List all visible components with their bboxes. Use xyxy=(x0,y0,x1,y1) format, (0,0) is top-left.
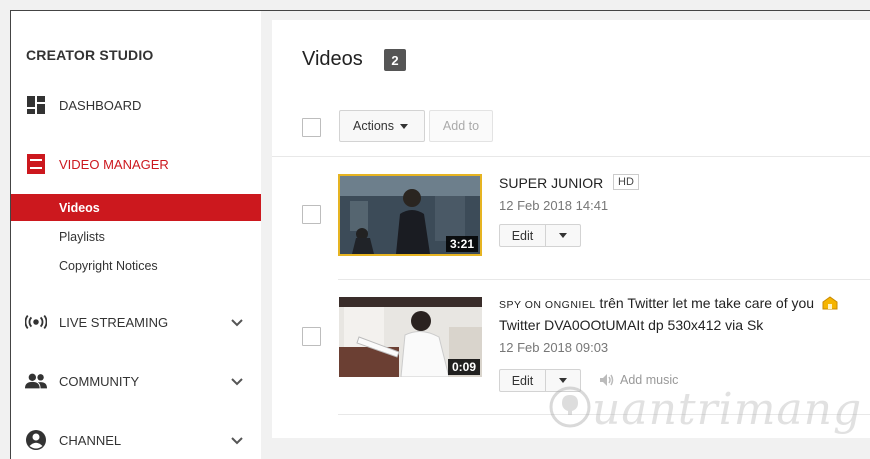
video-thumbnail[interactable]: 0:09 xyxy=(339,297,482,377)
chevron-down-icon[interactable] xyxy=(231,374,243,392)
watermark: uantrimang xyxy=(548,384,862,440)
account-icon xyxy=(25,429,47,451)
video-count-badge: 2 xyxy=(384,49,406,71)
sidebar-item-label: VIDEO MANAGER xyxy=(59,156,169,172)
caret-down-icon xyxy=(559,378,567,383)
sidebar-subitem-label: Playlists xyxy=(59,229,105,244)
sidebar-item-label: LIVE STREAMING xyxy=(59,314,169,330)
sidebar-item-dashboard[interactable]: DASHBOARD xyxy=(11,90,261,120)
video-title-line1: trên Twitter let me take care of you xyxy=(595,295,815,312)
edit-dropdown-button[interactable] xyxy=(546,225,580,246)
sidebar-item-label: COMMUNITY xyxy=(59,373,140,389)
chevron-down-icon[interactable] xyxy=(231,433,243,451)
watermark-text: uantrimang xyxy=(592,384,863,435)
caret-down-icon xyxy=(400,123,408,129)
video-manager-icon xyxy=(25,153,47,175)
people-icon xyxy=(25,370,47,392)
video-date: 12 Feb 2018 09:03 xyxy=(499,340,609,355)
sidebar-subitem-label: Copyright Notices xyxy=(59,258,158,273)
divider xyxy=(338,279,870,280)
sidebar-item-channel[interactable]: CHANNEL xyxy=(11,425,261,455)
sidebar-subitem-copyright-notices[interactable]: Copyright Notices xyxy=(11,252,261,279)
video-thumbnail[interactable]: 3:21 xyxy=(338,174,482,256)
sidebar-item-label: DASHBOARD xyxy=(59,97,142,113)
sidebar: CREATOR STUDIO DASHBOARD VIDEO MANAGER V… xyxy=(11,11,261,459)
actions-label: Actions xyxy=(353,119,394,133)
folder-emoji-icon xyxy=(822,295,838,314)
hd-badge: HD xyxy=(613,174,639,190)
video-duration: 3:21 xyxy=(445,236,478,252)
video-checkbox[interactable] xyxy=(302,205,321,224)
video-title-prefix: SPY ON ONGNIEL xyxy=(499,299,596,312)
sidebar-item-community[interactable]: COMMUNITY xyxy=(11,366,261,396)
video-manager-panel: Videos 2 Actions Add to 3:21 SUPER JUNIO… xyxy=(272,20,870,438)
video-title[interactable]: SUPER JUNIOR xyxy=(499,175,603,191)
sidebar-subitem-videos[interactable]: Videos xyxy=(11,194,261,221)
actions-button[interactable]: Actions xyxy=(339,110,425,142)
divider xyxy=(272,156,870,157)
sidebar-subitem-label: Videos xyxy=(59,200,100,215)
dashboard-icon xyxy=(25,94,47,116)
add-to-button[interactable]: Add to xyxy=(429,110,493,142)
edit-button[interactable]: Edit xyxy=(500,225,546,246)
page-title: Videos xyxy=(302,48,363,70)
caret-down-icon xyxy=(559,233,567,238)
video-duration: 0:09 xyxy=(447,359,480,375)
broadcast-icon xyxy=(25,311,47,333)
video-date: 12 Feb 2018 14:41 xyxy=(499,198,609,213)
watermark-logo-icon xyxy=(548,385,592,440)
edit-button-group: Edit xyxy=(499,224,581,247)
sidebar-item-live-streaming[interactable]: LIVE STREAMING xyxy=(11,307,261,337)
sidebar-subitem-playlists[interactable]: Playlists xyxy=(11,223,261,250)
video-title-line2[interactable]: Twitter DVA0OOtUMAIt dp 530x412 via Sk xyxy=(499,317,763,333)
video-title[interactable]: SPY ON ONGNIEL trên Twitter let me take … xyxy=(499,295,838,314)
video-checkbox[interactable] xyxy=(302,327,321,346)
sidebar-title: CREATOR STUDIO xyxy=(26,47,154,63)
edit-button[interactable]: Edit xyxy=(500,370,546,391)
sidebar-item-label: CHANNEL xyxy=(59,432,122,448)
sidebar-item-video-manager[interactable]: VIDEO MANAGER xyxy=(11,149,261,179)
select-all-checkbox[interactable] xyxy=(302,118,321,137)
chevron-down-icon[interactable] xyxy=(231,315,243,333)
